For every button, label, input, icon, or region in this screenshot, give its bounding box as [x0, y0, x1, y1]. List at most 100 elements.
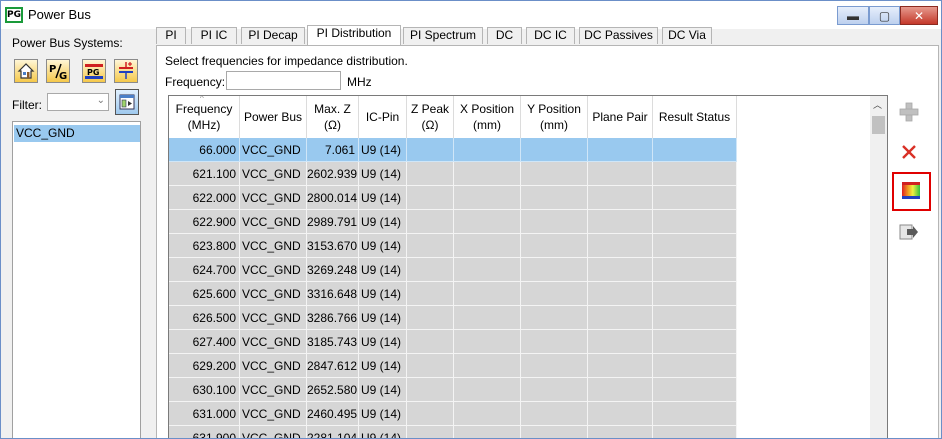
cell-frequency[interactable]: 626.500: [169, 306, 240, 330]
cell-power-bus[interactable]: VCC_GND: [240, 162, 307, 186]
cell-plane-pair[interactable]: [588, 378, 653, 402]
cell-max-z[interactable]: 2800.014: [307, 186, 359, 210]
column-header-power-bus[interactable]: Power Bus: [240, 96, 307, 138]
scroll-up-icon[interactable]: ︿: [873, 98, 882, 111]
home-button[interactable]: [14, 59, 38, 83]
cell-plane-pair[interactable]: [588, 306, 653, 330]
cell-power-bus[interactable]: VCC_GND: [240, 234, 307, 258]
cell-plane-pair[interactable]: [588, 354, 653, 378]
cell-y-position[interactable]: [521, 306, 588, 330]
column-header-y-position[interactable]: Y Position (mm): [521, 96, 588, 138]
frequency-input[interactable]: [226, 71, 341, 90]
close-button[interactable]: ✕: [900, 6, 938, 25]
cell-result-status[interactable]: [653, 234, 737, 258]
cell-x-position[interactable]: [454, 138, 521, 162]
cell-power-bus[interactable]: VCC_GND: [240, 402, 307, 426]
add-frequency-button[interactable]: [898, 101, 920, 123]
cell-plane-pair[interactable]: [588, 330, 653, 354]
cell-max-z[interactable]: 2460.495: [307, 402, 359, 426]
cell-result-status[interactable]: [653, 186, 737, 210]
cell-y-position[interactable]: [521, 186, 588, 210]
tab-pi-ic[interactable]: PI IC: [191, 27, 237, 44]
cell-z-peak[interactable]: [407, 354, 454, 378]
cell-z-peak[interactable]: [407, 210, 454, 234]
cell-z-peak[interactable]: [407, 402, 454, 426]
cell-y-position[interactable]: [521, 162, 588, 186]
filter-dropdown[interactable]: ⌄: [47, 93, 109, 111]
export-button[interactable]: [898, 221, 920, 243]
system-item-vcc-gnd[interactable]: VCC_GND: [14, 125, 140, 142]
cell-ic-pin[interactable]: U9 (14): [359, 138, 407, 162]
cell-ic-pin[interactable]: U9 (14): [359, 282, 407, 306]
cell-z-peak[interactable]: [407, 138, 454, 162]
column-header-ic-pin[interactable]: IC-Pin: [359, 96, 407, 138]
cell-result-status[interactable]: [653, 258, 737, 282]
cell-frequency[interactable]: 621.100: [169, 162, 240, 186]
cell-x-position[interactable]: [454, 330, 521, 354]
cell-plane-pair[interactable]: [588, 258, 653, 282]
cell-result-status[interactable]: [653, 162, 737, 186]
cell-z-peak[interactable]: [407, 426, 454, 438]
cell-frequency[interactable]: 629.200: [169, 354, 240, 378]
cell-max-z[interactable]: 2989.791: [307, 210, 359, 234]
plot-distribution-button[interactable]: [900, 180, 922, 202]
table-vertical-scrollbar[interactable]: ︿: [870, 96, 887, 438]
cell-result-status[interactable]: [653, 330, 737, 354]
cell-y-position[interactable]: [521, 354, 588, 378]
cell-plane-pair[interactable]: [588, 138, 653, 162]
cell-y-position[interactable]: [521, 426, 588, 438]
tab-pi-decap[interactable]: PI Decap: [241, 27, 305, 44]
filter-options-button[interactable]: [115, 89, 139, 115]
cell-result-status[interactable]: [653, 282, 737, 306]
column-header-result-status[interactable]: Result Status: [653, 96, 737, 138]
cell-ic-pin[interactable]: U9 (14): [359, 186, 407, 210]
cell-y-position[interactable]: [521, 138, 588, 162]
cell-power-bus[interactable]: VCC_GND: [240, 186, 307, 210]
cell-ic-pin[interactable]: U9 (14): [359, 378, 407, 402]
cell-z-peak[interactable]: [407, 186, 454, 210]
table-row[interactable]: 630.100 VCC_GND 2652.580 U9 (14): [169, 378, 737, 402]
table-row[interactable]: 624.700 VCC_GND 3269.248 U9 (14): [169, 258, 737, 282]
cell-frequency[interactable]: 624.700: [169, 258, 240, 282]
tab-dc-via[interactable]: DC Via: [662, 27, 712, 44]
cell-power-bus[interactable]: VCC_GND: [240, 354, 307, 378]
cell-x-position[interactable]: [454, 234, 521, 258]
cell-y-position[interactable]: [521, 378, 588, 402]
cell-y-position[interactable]: [521, 234, 588, 258]
cell-result-status[interactable]: [653, 210, 737, 234]
cell-ic-pin[interactable]: U9 (14): [359, 234, 407, 258]
cell-frequency[interactable]: 622.900: [169, 210, 240, 234]
cell-plane-pair[interactable]: [588, 162, 653, 186]
cell-power-bus[interactable]: VCC_GND: [240, 138, 307, 162]
cell-x-position[interactable]: [454, 378, 521, 402]
cell-plane-pair[interactable]: [588, 402, 653, 426]
cell-plane-pair[interactable]: [588, 282, 653, 306]
cell-y-position[interactable]: [521, 258, 588, 282]
cell-power-bus[interactable]: VCC_GND: [240, 330, 307, 354]
cell-power-bus[interactable]: VCC_GND: [240, 282, 307, 306]
cell-max-z[interactable]: 3286.766: [307, 306, 359, 330]
cell-frequency[interactable]: 66.000: [169, 138, 240, 162]
cell-max-z[interactable]: 3269.248: [307, 258, 359, 282]
cell-plane-pair[interactable]: [588, 210, 653, 234]
cell-z-peak[interactable]: [407, 306, 454, 330]
cell-power-bus[interactable]: VCC_GND: [240, 258, 307, 282]
cell-frequency[interactable]: 623.800: [169, 234, 240, 258]
delete-frequency-button[interactable]: [898, 141, 920, 163]
cell-frequency[interactable]: 630.100: [169, 378, 240, 402]
cell-ic-pin[interactable]: U9 (14): [359, 426, 407, 438]
cell-plane-pair[interactable]: [588, 234, 653, 258]
tab-pi-spectrum[interactable]: PI Spectrum: [403, 27, 483, 44]
cell-power-bus[interactable]: VCC_GND: [240, 306, 307, 330]
table-row[interactable]: 66.000 VCC_GND 7.061 U9 (14): [169, 138, 737, 162]
minimize-button[interactable]: ▬: [837, 6, 869, 25]
cell-x-position[interactable]: [454, 210, 521, 234]
table-row[interactable]: 623.800 VCC_GND 3153.670 U9 (14): [169, 234, 737, 258]
title-bar[interactable]: PG Power Bus ▬ ▢ ✕: [1, 1, 941, 29]
cell-max-z[interactable]: 7.061: [307, 138, 359, 162]
cell-power-bus[interactable]: VCC_GND: [240, 210, 307, 234]
table-row[interactable]: 626.500 VCC_GND 3286.766 U9 (14): [169, 306, 737, 330]
cell-ic-pin[interactable]: U9 (14): [359, 306, 407, 330]
cell-z-peak[interactable]: [407, 282, 454, 306]
cell-max-z[interactable]: 2602.939: [307, 162, 359, 186]
